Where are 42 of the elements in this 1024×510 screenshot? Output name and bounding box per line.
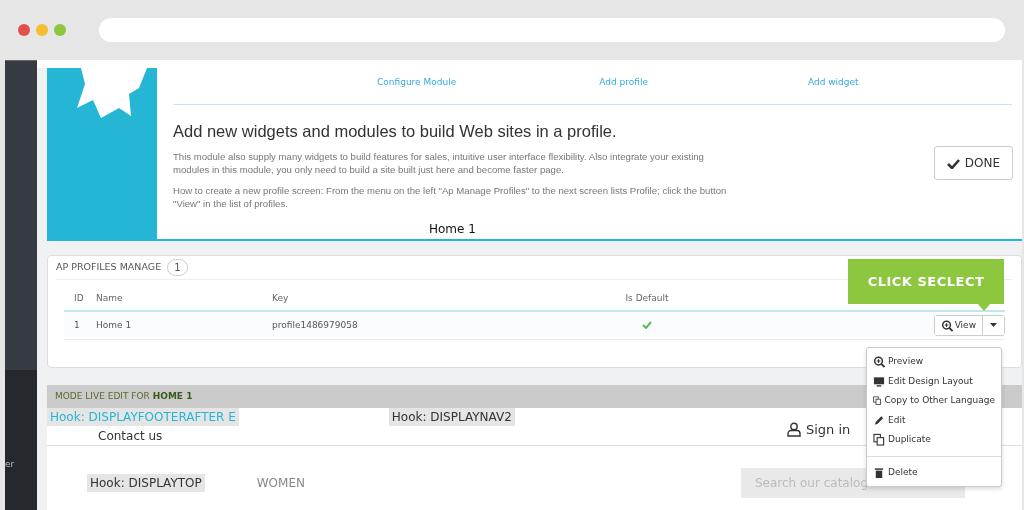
check-icon <box>946 158 960 169</box>
hook-label: Hook: DISPLAYTOP <box>87 474 205 492</box>
column-header: ID <box>73 292 85 306</box>
column-header: Key <box>272 292 290 306</box>
sidebar-item[interactable]: er <box>5 458 37 472</box>
window-dot[interactable] <box>18 24 30 36</box>
profile-label: Home 1 <box>429 221 476 238</box>
copy-icon <box>873 433 885 447</box>
module-description: How to create a new profile screen: From the menu on the left "Ap Manage Profiles" to the next screen lists Profile; click the button "View" in the list of profiles. <box>173 183 728 211</box>
zoom-icon <box>873 355 885 369</box>
sign-in-link[interactable]: Sign in <box>787 420 851 440</box>
module-title: Add new widgets and modules to build Web sites in a profile. <box>173 121 618 142</box>
caret-icon <box>990 323 997 328</box>
window-dot[interactable] <box>54 24 66 36</box>
table-cell-text: 1 <box>73 318 81 332</box>
trash-icon <box>873 465 885 479</box>
contact-link[interactable]: Contact us <box>98 427 163 445</box>
mode-label: MODE LIVE EDIT FOR HOME 1 <box>55 389 193 403</box>
done-button[interactable]: DONE <box>933 146 1013 180</box>
menu-item[interactable]: Preview <box>867 352 1001 372</box>
window-dot[interactable] <box>36 24 48 36</box>
callout-pointer <box>977 303 991 311</box>
copy-icon <box>873 394 882 408</box>
table-cell-text: profile1486979058 <box>272 318 359 332</box>
menu-item[interactable]: Duplicate <box>867 430 1001 450</box>
address-bar[interactable] <box>99 18 1005 42</box>
menu-item[interactable]: Edit <box>867 410 1001 430</box>
menu-link[interactable]: WOMEN <box>256 474 305 492</box>
column-header: Name <box>96 292 124 306</box>
hook-label: Hook: DISPLAYFOOTERAFTER E <box>47 408 239 426</box>
monitor-icon <box>873 374 885 388</box>
menu-item[interactable]: Copy to Other Language <box>867 391 1001 411</box>
dropdown-toggle-button[interactable] <box>982 315 1004 336</box>
menu-item[interactable]: Edit Design Layout <box>867 371 1001 391</box>
table-cell-text: Home 1 <box>96 318 133 332</box>
zoom-icon <box>940 319 953 332</box>
panel-title: AP PROFILES MANAGE <box>56 260 162 275</box>
module-description: This module also supply many widgets to build features for sales, intuitive user interface flexibility. Also integrate your existing modules in this module, you only need to build a site built just here and become faster page. <box>173 149 705 177</box>
user-icon <box>787 422 801 438</box>
column-header: Is Default <box>624 292 670 306</box>
hook-label: Hook: DISPLAYNAV2 <box>388 408 515 426</box>
callout-label: CLICK SECLECT <box>848 259 1004 304</box>
